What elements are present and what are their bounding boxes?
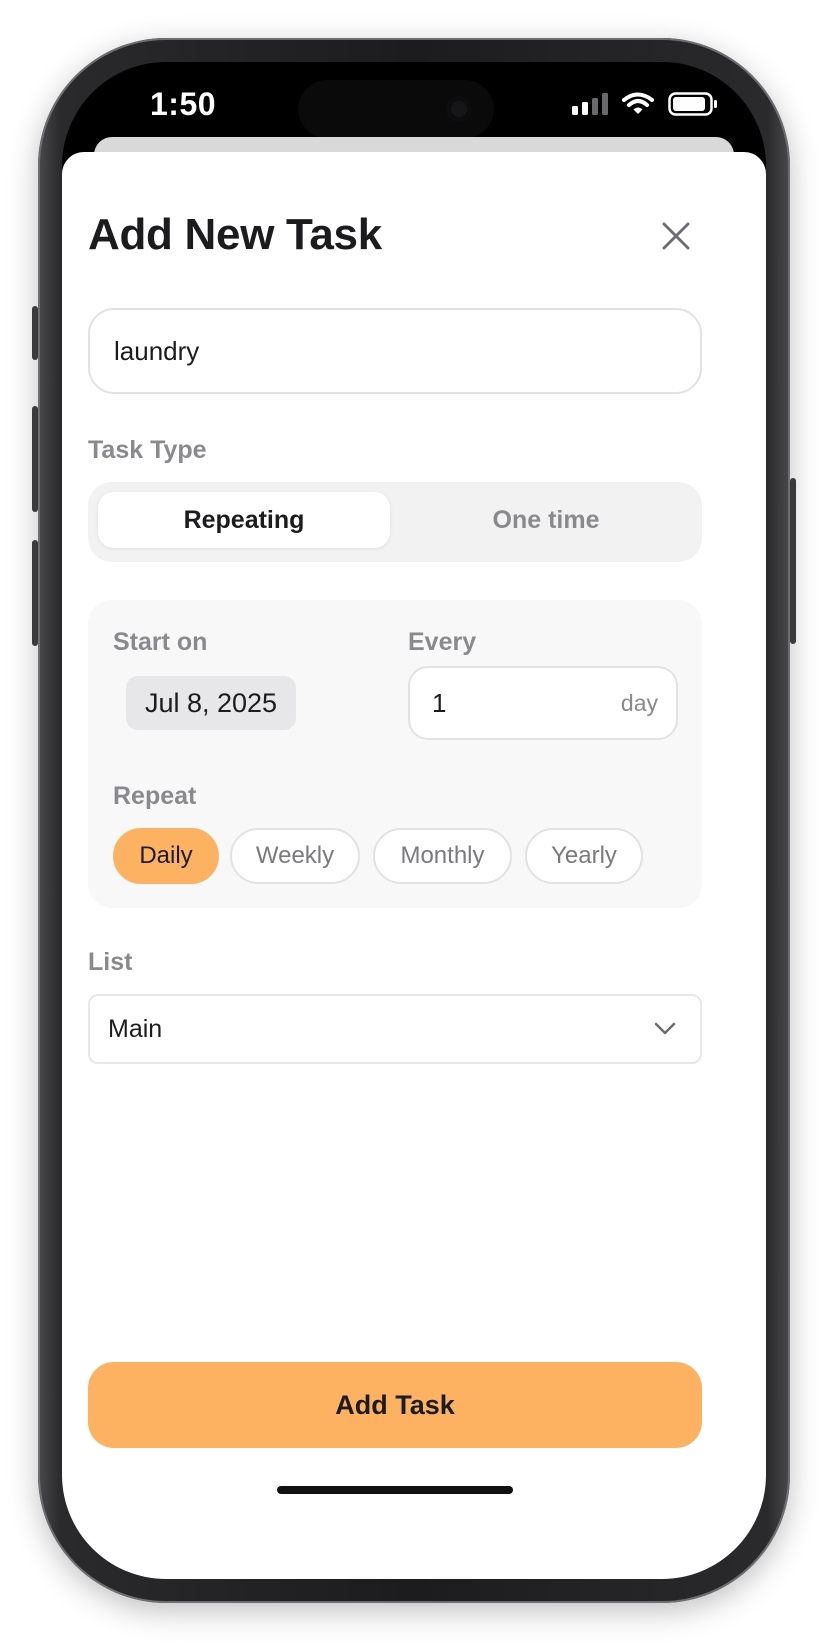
every-label: Every (408, 628, 477, 656)
repeat-label: Repeat (113, 782, 197, 810)
repeat-daily-chip[interactable]: Daily (113, 828, 219, 884)
page-title: Add New Task (88, 210, 382, 259)
close-icon (662, 222, 690, 250)
list-label: List (88, 948, 133, 976)
chevron-down-icon (654, 1022, 676, 1035)
cellular-signal-icon (572, 93, 608, 115)
dynamic-island (298, 80, 494, 138)
repeat-settings-panel: Start on Every Jul 8, 2025 day Repeat Da… (88, 600, 702, 908)
task-type-label: Task Type (88, 436, 207, 464)
status-icons (572, 92, 718, 116)
close-button[interactable] (650, 210, 702, 262)
task-type-segmented-control: Repeating One time (88, 482, 702, 562)
action-button (32, 306, 38, 360)
home-indicator[interactable] (277, 1486, 513, 1494)
every-interval-input[interactable] (430, 686, 621, 720)
volume-up-button (32, 406, 38, 512)
start-date-picker[interactable]: Jul 8, 2025 (126, 676, 296, 730)
task-type-one-time[interactable]: One time (400, 492, 692, 548)
power-button (790, 478, 796, 644)
repeat-monthly-chip[interactable]: Monthly (373, 828, 512, 884)
start-on-label: Start on (113, 628, 208, 656)
list-select[interactable]: Main (88, 994, 702, 1064)
status-time: 1:50 (150, 86, 217, 122)
volume-down-button (32, 540, 38, 646)
phone-screen: 1:50 Add New Task laundry Task Type Repe… (62, 62, 766, 1579)
every-field: day (408, 666, 678, 740)
add-task-sheet: Add New Task Task Type Repeating One tim… (62, 152, 766, 1579)
every-unit-label: day (620, 689, 658, 716)
repeat-yearly-chip[interactable]: Yearly (525, 828, 643, 884)
front-camera (446, 96, 472, 122)
wifi-icon (622, 92, 654, 114)
list-selected-value: Main (108, 1014, 163, 1043)
add-task-button[interactable]: Add Task (88, 1362, 702, 1448)
repeat-weekly-chip[interactable]: Weekly (230, 828, 360, 884)
task-type-repeating[interactable]: Repeating (98, 492, 390, 548)
battery-icon (668, 92, 717, 116)
task-name-input[interactable] (88, 308, 702, 394)
